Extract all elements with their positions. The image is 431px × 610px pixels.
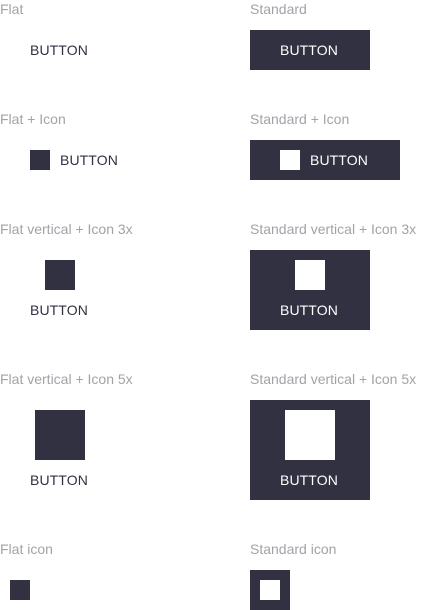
standard-icon-only-button[interactable] bbox=[250, 570, 290, 610]
square-icon bbox=[260, 580, 280, 600]
square-icon bbox=[30, 150, 50, 170]
flat-icon-only-button[interactable] bbox=[0, 570, 40, 610]
square-icon bbox=[280, 150, 300, 170]
caption-standard-vertical-5x: Standard vertical + Icon 5x bbox=[250, 371, 417, 387]
square-icon bbox=[10, 580, 30, 600]
square-icon bbox=[35, 410, 85, 460]
caption-flat-icon: Flat icon bbox=[0, 541, 53, 557]
caption-flat-icon-combo: Flat + Icon bbox=[0, 111, 66, 127]
caption-standard-icon: Standard icon bbox=[250, 541, 337, 557]
standard-vertical-3x-button[interactable]: BUTTON bbox=[250, 250, 370, 330]
standard-vertical-5x-button[interactable]: BUTTON bbox=[250, 400, 370, 500]
standard-vertical-5x-label: BUTTON bbox=[280, 472, 338, 488]
standard-icon-button-label: BUTTON bbox=[310, 152, 368, 168]
caption-flat-vertical-5x: Flat vertical + Icon 5x bbox=[0, 371, 133, 387]
flat-button-label: BUTTON bbox=[30, 42, 88, 58]
square-icon bbox=[285, 410, 335, 460]
caption-flat-vertical-3x: Flat vertical + Icon 3x bbox=[0, 221, 133, 237]
standard-icon-button[interactable]: BUTTON bbox=[250, 140, 400, 180]
standard-vertical-3x-label: BUTTON bbox=[280, 302, 338, 318]
flat-button[interactable]: BUTTON bbox=[10, 30, 110, 70]
flat-vertical-3x-label: BUTTON bbox=[30, 302, 88, 318]
standard-button-label: BUTTON bbox=[280, 42, 338, 58]
flat-icon-button-label: BUTTON bbox=[60, 152, 118, 168]
standard-button[interactable]: BUTTON bbox=[250, 30, 370, 70]
square-icon bbox=[45, 260, 75, 290]
flat-vertical-3x-button[interactable]: BUTTON bbox=[10, 250, 110, 330]
caption-standard: Standard bbox=[250, 1, 307, 17]
caption-standard-vertical-3x: Standard vertical + Icon 3x bbox=[250, 221, 417, 237]
caption-standard-icon-combo: Standard + Icon bbox=[250, 111, 350, 127]
square-icon bbox=[295, 260, 325, 290]
caption-flat: Flat bbox=[0, 1, 24, 17]
flat-vertical-5x-label: BUTTON bbox=[30, 472, 88, 488]
flat-vertical-5x-button[interactable]: BUTTON bbox=[10, 400, 110, 500]
flat-icon-button[interactable]: BUTTON bbox=[20, 140, 140, 180]
